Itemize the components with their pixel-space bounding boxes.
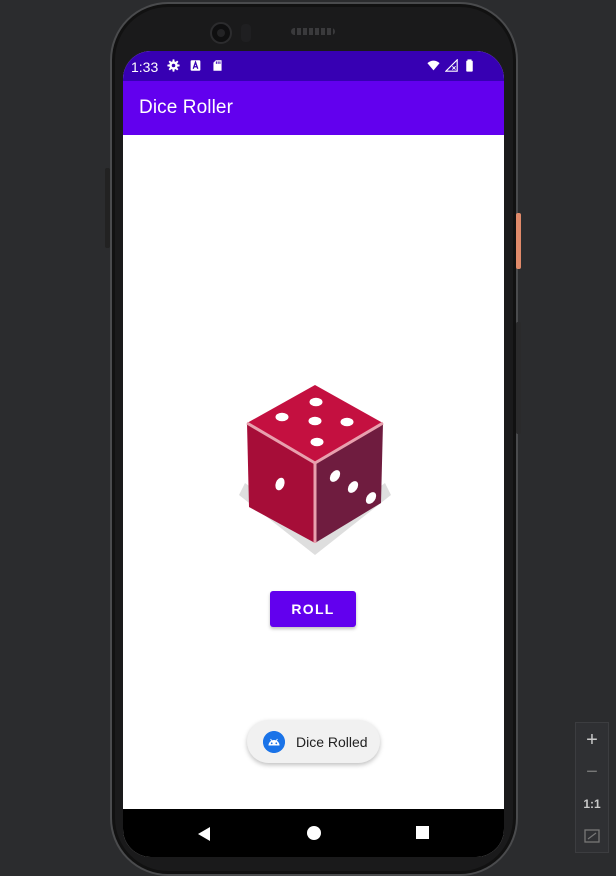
zoom-reset-button[interactable]: 1:1: [576, 789, 608, 819]
app-bar: Dice Roller: [123, 81, 504, 135]
status-time: 1:33: [131, 59, 159, 75]
roll-button[interactable]: ROLL: [270, 591, 356, 627]
recents-icon[interactable]: [416, 826, 429, 839]
status-system-icons: [427, 59, 476, 72]
earpiece-speaker: [291, 28, 335, 35]
front-camera: [210, 22, 232, 44]
volume-button[interactable]: [516, 322, 521, 434]
navigation-bar: [123, 809, 504, 857]
back-icon[interactable]: [197, 826, 211, 842]
toast-label: Dice Rolled: [296, 733, 368, 750]
phone-screen: 1:33 Dice Roller ROLL Dice Rolled: [123, 51, 504, 857]
a-badge-icon: [190, 60, 201, 71]
status-notification-icons: [167, 59, 224, 72]
status-bar: 1:33: [123, 51, 504, 81]
power-button[interactable]: [516, 213, 521, 269]
camera-sensor: [241, 24, 251, 42]
app-title: Dice Roller: [139, 97, 234, 118]
emulator-zoom-panel: + − 1:1: [575, 722, 609, 853]
sd-card-icon: [213, 60, 222, 71]
zoom-out-button[interactable]: −: [576, 757, 608, 787]
main-content: ROLL Dice Rolled: [123, 135, 504, 809]
toast-message: Dice Rolled: [247, 720, 380, 763]
emulator-stage: 1:33 Dice Roller ROLL Dice Rolled + − 1:…: [0, 0, 616, 876]
zoom-in-button[interactable]: +: [576, 725, 608, 755]
wifi-icon: [427, 60, 440, 71]
fit-screen-icon: [584, 829, 600, 843]
dice-image: [239, 385, 391, 555]
settings-icon: [167, 59, 180, 72]
zoom-fit-button[interactable]: [576, 821, 608, 851]
home-icon[interactable]: [307, 826, 321, 840]
android-icon: [263, 730, 285, 753]
signal-icon: [445, 59, 458, 72]
battery-icon: [466, 59, 473, 72]
